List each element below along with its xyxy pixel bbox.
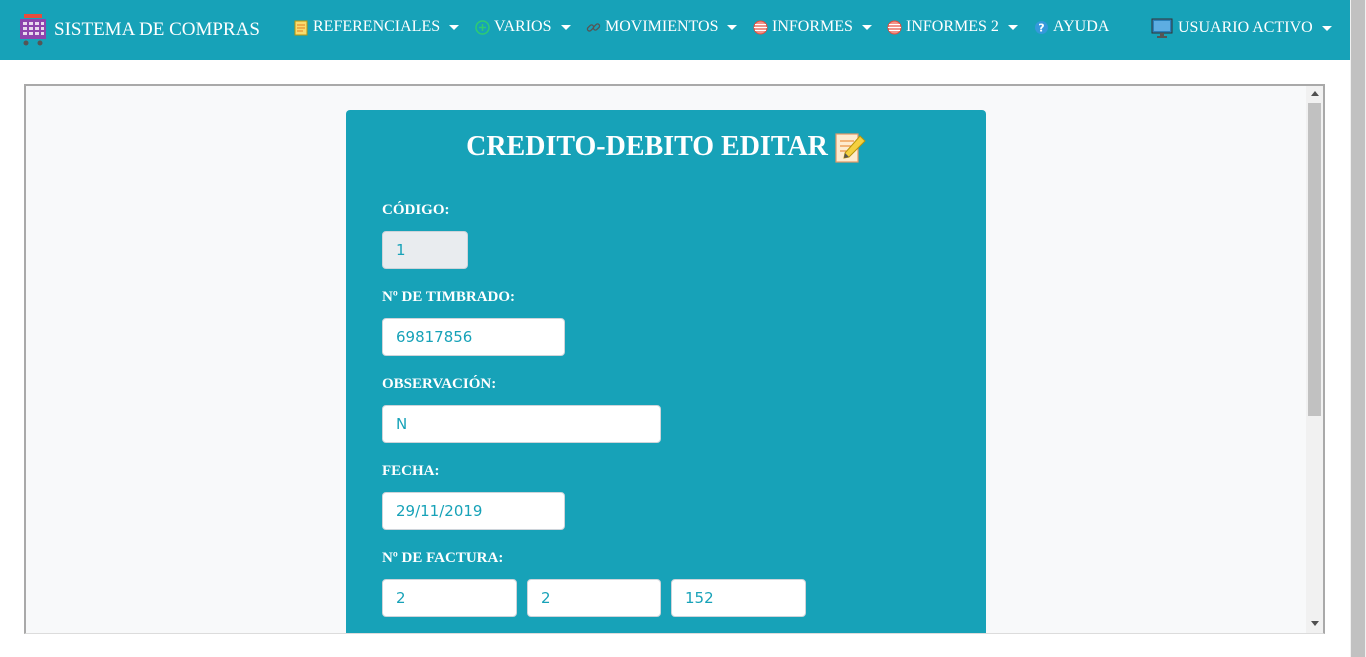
factura-establecimiento-input[interactable]: 2 [382, 579, 517, 617]
factura-numero-input[interactable]: 152 [671, 579, 806, 617]
caret-down-icon [560, 24, 571, 30]
edit-form-card: CREDITO-DEBITO EDITAR CÓDIGO: 1 Nº DE TI… [346, 110, 986, 633]
observacion-input[interactable]: N [382, 405, 661, 443]
form-title-row: CREDITO-DEBITO EDITAR [346, 130, 986, 164]
timbrado-label: Nº DE TIMBRADO: [382, 289, 516, 305]
nav-usuario-activo[interactable]: USUARIO ACTIVO [1151, 18, 1332, 38]
codigo-input: 1 [382, 231, 468, 269]
nav-label: MOVIMIENTOS [605, 18, 719, 35]
fecha-input[interactable]: 29/11/2019 [382, 492, 565, 530]
link-icon [586, 20, 601, 35]
nav-informes-2[interactable]: INFORMES 2 [887, 18, 1018, 36]
form-title: CREDITO-DEBITO EDITAR [466, 131, 828, 162]
timbrado-input[interactable]: 69817856 [382, 318, 565, 356]
nav-label: USUARIO ACTIVO [1178, 19, 1313, 36]
nav-referenciales[interactable]: REFERENCIALES [294, 18, 460, 36]
notepad-icon [294, 20, 309, 35]
shopping-cart-icon [18, 14, 48, 46]
caret-down-icon [449, 24, 460, 30]
factura-punto-input[interactable]: 2 [527, 579, 661, 617]
globe-icon [753, 20, 768, 35]
brand[interactable]: SISTEMA DE COMPRAS [18, 14, 260, 46]
edit-note-icon [834, 130, 866, 164]
globe-icon [887, 20, 902, 35]
caret-down-icon [727, 24, 738, 30]
observacion-label: OBSERVACIÓN: [382, 376, 497, 392]
nav-label: INFORMES 2 [906, 18, 999, 35]
nav-label: REFERENCIALES [313, 18, 441, 35]
page-scrollbar-thumb[interactable] [1351, 0, 1365, 657]
nav-varios[interactable]: VARIOS [475, 18, 571, 36]
content-frame: CREDITO-DEBITO EDITAR CÓDIGO: 1 Nº DE TI… [24, 84, 1325, 634]
caret-down-icon [1321, 25, 1332, 31]
fecha-label: FECHA: [382, 463, 440, 479]
brand-label: SISTEMA DE COMPRAS [54, 19, 260, 40]
monitor-icon [1151, 18, 1173, 38]
nav-informes[interactable]: INFORMES [753, 18, 872, 36]
nav-label: VARIOS [494, 18, 552, 35]
nav-label: INFORMES [772, 18, 853, 35]
scroll-down-icon[interactable] [1311, 621, 1319, 626]
factura-label: Nº DE FACTURA: [382, 550, 504, 566]
caret-down-icon [1007, 24, 1018, 30]
frame-scrollbar-thumb[interactable] [1308, 103, 1321, 416]
scroll-up-icon[interactable] [1311, 91, 1319, 96]
plus-circle-icon [475, 19, 490, 35]
nav-movimientos[interactable]: MOVIMIENTOS [586, 18, 738, 36]
help-icon: ? [1034, 20, 1049, 35]
svg-text:?: ? [1038, 21, 1044, 34]
codigo-label: CÓDIGO: [382, 202, 450, 218]
caret-down-icon [861, 24, 872, 30]
nav-label: AYUDA [1053, 18, 1110, 35]
top-navbar: SISTEMA DE COMPRAS REFERENCIALES VARIOS … [0, 0, 1350, 60]
nav-ayuda[interactable]: ? AYUDA [1034, 18, 1109, 36]
